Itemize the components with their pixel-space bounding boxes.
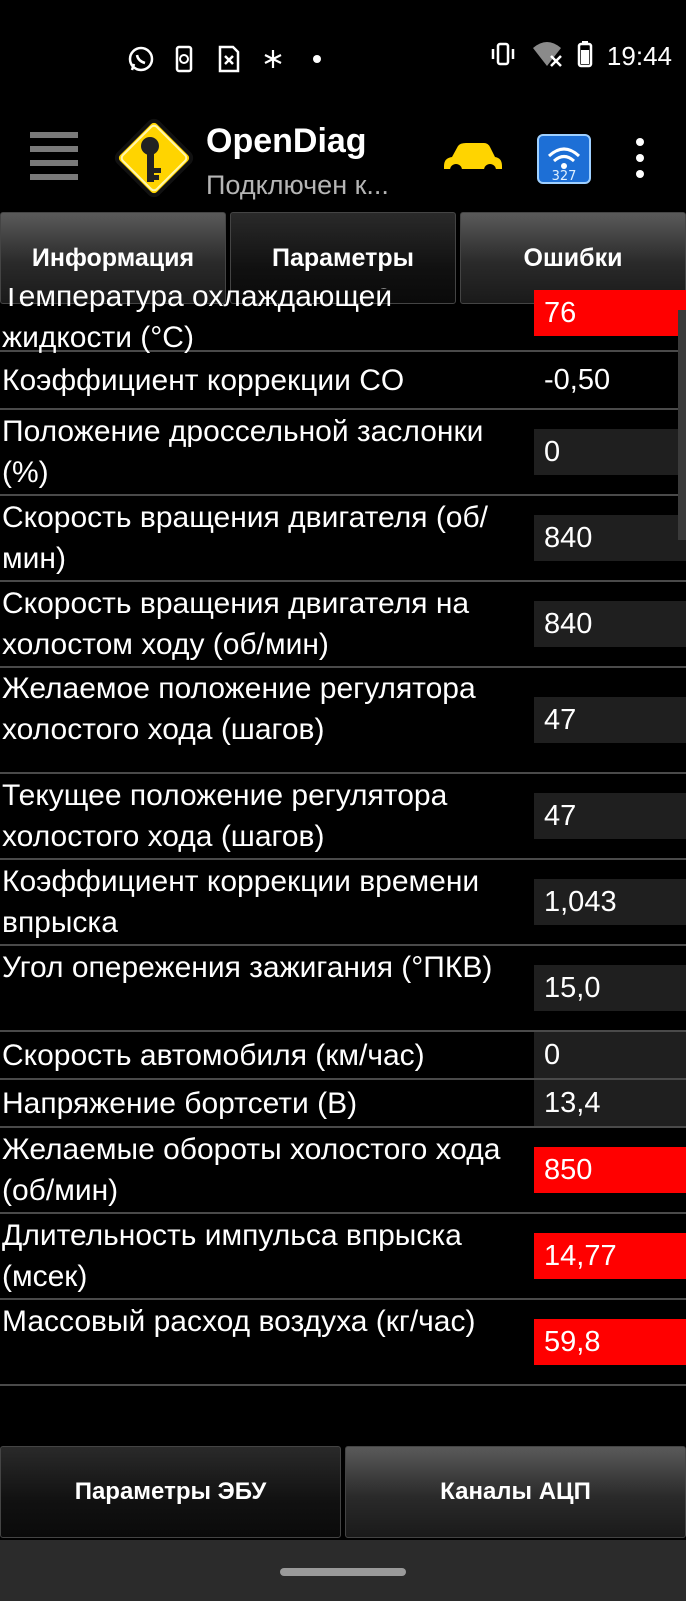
notification-icons [126,44,332,74]
parameter-label: Текущее положение регулятора холостого х… [2,779,448,853]
parameter-value: 14,77 [534,1233,686,1279]
bottom-tabs: Параметры ЭБУ Каналы АЦП [0,1446,686,1538]
home-gesture-handle[interactable] [280,1568,406,1576]
parameter-value: 840 [534,515,686,561]
tab-adc-channels[interactable]: Каналы АЦП [345,1446,686,1538]
parameter-value: -0,50 [544,364,611,396]
parameter-label: Коэффициент коррекции времени впрыска [2,865,480,939]
parameter-value: 850 [534,1147,686,1193]
parameter-label: Угол опережения зажигания (°ПКВ) [2,951,493,984]
parameter-label: Массовый расход воздуха (кг/час) [2,1305,476,1338]
parameter-label: Скорость вращения двигателя на холостом … [2,587,470,661]
parameter-value: 13,4 [534,1080,686,1126]
parameter-row[interactable]: Скорость вращения двигателя на холостом … [0,582,686,668]
parameter-value: 76 [534,290,686,336]
status-bar: 19:44 [0,0,686,120]
parameter-label: Скорость автомобиля (км/час) [2,1038,425,1072]
hamburger-menu-icon[interactable] [30,132,78,182]
parameter-value: 47 [534,793,686,839]
parameter-row[interactable]: Массовый расход воздуха (кг/час) 59,8 [0,1300,686,1386]
parameter-label: Скорость вращения двигателя (об/мин) [2,501,489,575]
overflow-menu-icon[interactable] [634,138,646,178]
parameter-row[interactable]: Длительность импульса впрыска (мсек) 14,7… [0,1214,686,1300]
parameter-value: 47 [534,697,686,743]
wifi-off-icon [531,40,563,73]
parameter-label: Желаемые обороты холостого хода (об/мин) [2,1133,501,1207]
parameter-row[interactable]: Текущее положение регулятора холостого х… [0,774,686,860]
connection-status: Подключен к... [206,170,389,200]
dot-icon [302,44,332,74]
sparkle-icon [258,44,288,74]
system-icons: 19:44 [489,40,672,73]
navigation-bar [0,1540,686,1601]
parameter-label: Положение дроссельной заслонки (%) [2,415,484,489]
parameter-row[interactable]: Желаемые обороты холостого хода (об/мин)… [0,1128,686,1214]
parameter-row[interactable]: Желаемое положение регулятора холостого … [0,668,686,774]
parameter-label: Коэффициент коррекции CO [2,363,405,397]
parameter-label: Напряжение бортсети (В) [2,1086,358,1120]
sim-card-icon [214,44,244,74]
parameter-value: 59,8 [534,1319,686,1365]
tab-ecu-parameters[interactable]: Параметры ЭБУ [0,1446,341,1538]
parameter-row[interactable]: Положение дроссельной заслонки (%) 0 [0,410,686,496]
parameter-value: 0 [534,1032,686,1078]
parameter-label: Желаемое положение регулятора холостого … [2,672,476,746]
parameters-list[interactable]: Температура охлаждающей жидкости (°C) 76 К… [0,288,686,1440]
parameter-value: 15,0 [534,965,686,1011]
elm327-adapter-icon[interactable]: 327 [537,134,591,184]
car-icon[interactable] [440,138,504,178]
parameter-label: Длительность импульса впрыска (мсек) [2,1219,462,1293]
app-logo-key-icon [108,112,200,204]
battery-icon [577,40,593,73]
scrollbar[interactable] [678,310,686,540]
parameter-value: 840 [534,601,686,647]
parameter-row[interactable]: Коэффициент коррекции CO -0,50 [0,352,686,410]
parameter-value: 1,043 [534,879,686,925]
parameter-value: 0 [534,429,686,475]
parameter-row[interactable]: Угол опережения зажигания (°ПКВ) 15,0 [0,946,686,1032]
app-title: OpenDiag [206,122,367,160]
phone-sync-icon [170,44,200,74]
parameter-row[interactable]: Скорость вращения двигателя (об/мин) 840 [0,496,686,582]
clock: 19:44 [606,41,672,71]
svg-text:327: 327 [552,169,577,184]
parameter-row[interactable]: Напряжение бортсети (В) 13,4 [0,1080,686,1128]
parameter-row[interactable]: Скорость автомобиля (км/час) 0 [0,1032,686,1080]
parameter-row[interactable]: Температура охлаждающей жидкости (°C) 76 [0,288,686,354]
whatsapp-icon [126,44,156,74]
parameter-label: Температура охлаждающей жидкости (°C) [2,288,393,354]
parameter-row[interactable]: Коэффициент коррекции времени впрыска 1,0… [0,860,686,946]
vibrate-icon [489,40,517,73]
